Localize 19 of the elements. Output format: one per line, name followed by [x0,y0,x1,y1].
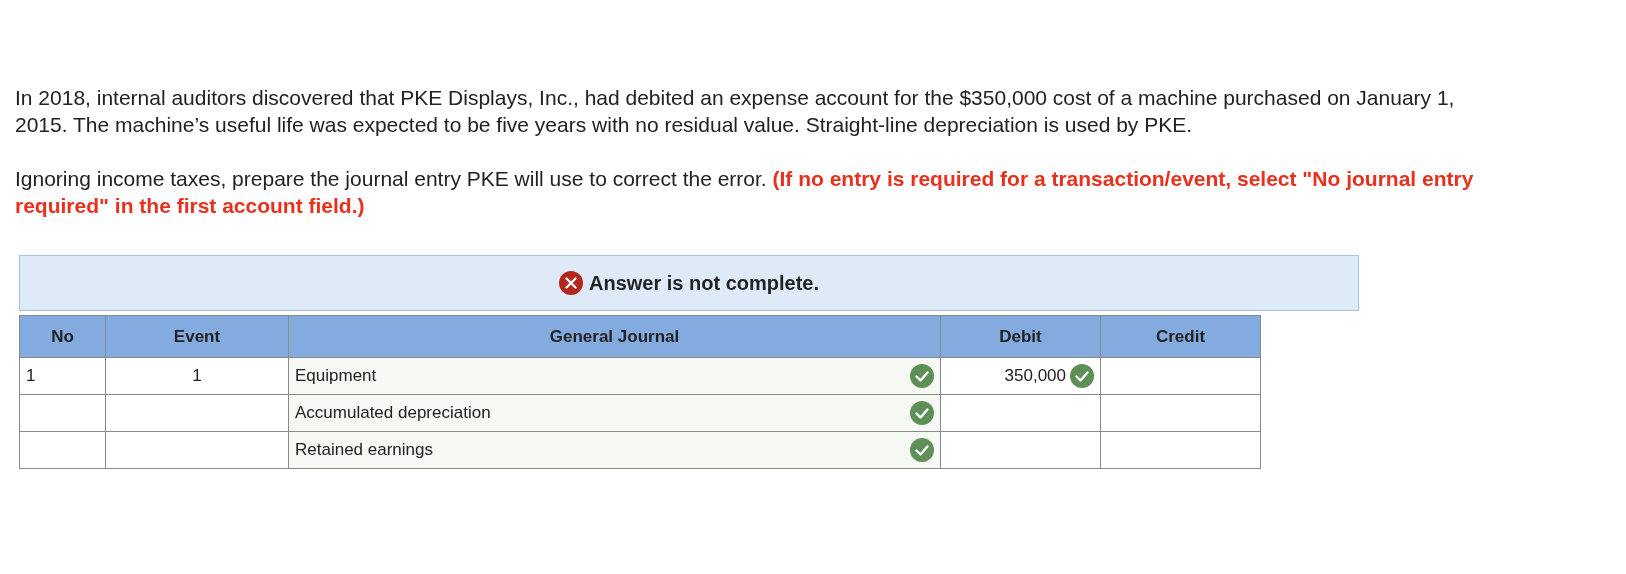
column-header: General Journal [288,315,941,358]
debit-field[interactable] [940,431,1101,469]
account-field[interactable]: Equipment [288,357,941,395]
column-header: No [19,315,106,358]
column-header: Credit [1100,315,1261,358]
problem-text: In 2018, internal auditors discovered that PKE Displays, Inc., had debited an expense account for the $350,000 cost of a machine purchased on January 1, 2015. The machine’s useful life was expected to be five years with no residual value. Straight-line depreciation is used by PKE. [15,85,1456,138]
column-header: Event [105,315,289,358]
debit-field[interactable] [940,394,1101,432]
credit-field[interactable] [1100,357,1261,395]
account-field[interactable]: Accumulated depreciation [288,394,941,432]
credit-field[interactable] [1100,394,1261,432]
table-cell: 1 [19,357,106,395]
instruction-text: Ignoring income taxes, prepare the journal entry PKE will use to correct the error. (If no entry is required for a transaction/event, select "No journal entry required" in the first account field.) [15,166,1475,219]
table-cell: 1 [105,357,289,395]
debit-field[interactable]: 350,000 [940,357,1101,395]
status-text: Answer is not complete. [588,271,820,296]
credit-field[interactable] [1100,431,1261,469]
column-header: Debit [940,315,1101,358]
account-field[interactable]: Retained earnings [288,431,941,469]
